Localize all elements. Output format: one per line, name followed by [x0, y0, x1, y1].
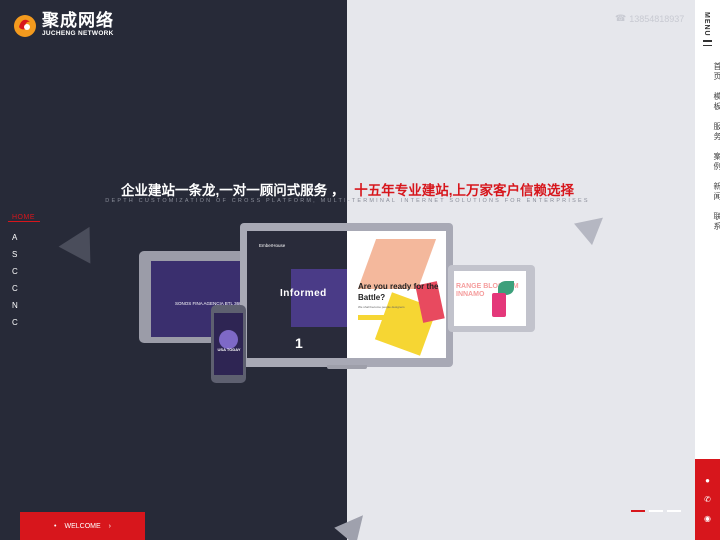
left-nav-item[interactable]: C	[12, 266, 18, 277]
monitor-screen: EmberHouse Informed 1 Are you ready for …	[247, 231, 446, 358]
sidebar-nav: 首页 模板 服务 案例 新闻 联系	[702, 62, 720, 232]
monitor-small-text: We shall become people designers	[358, 305, 405, 309]
monitor-question: Are you ready for the Battle?	[358, 282, 439, 302]
phone-icon: ☎	[615, 13, 627, 23]
left-nav: A S C C N C	[12, 232, 18, 328]
left-nav-item[interactable]: N	[12, 300, 18, 311]
tablet-right-mockup: RANGE BLOSSOM INNAMO	[448, 265, 535, 332]
left-nav-active-line	[8, 221, 40, 222]
hero-headline: 企业建站一条龙,一对一顾问式服务 ， 十五年专业建站,上万家客户信赖选择	[0, 179, 695, 199]
left-nav-item[interactable]: C	[12, 283, 18, 294]
header-phone-number: 13854818937	[629, 13, 685, 24]
sidebar-item-templates[interactable]: 模板	[702, 92, 720, 112]
hero-headline-white: 企业建站一条龙,一对一顾问式服务 ，	[120, 183, 345, 198]
monitor-brand: EmberHouse	[259, 243, 286, 248]
wechat-icon[interactable]: ◉	[703, 514, 712, 523]
monitor-stand	[327, 365, 367, 369]
monitor-mockup: EmberHouse Informed 1 Are you ready for …	[240, 223, 453, 367]
bullet-icon: •	[54, 522, 57, 530]
sidebar-item-cases[interactable]: 案例	[702, 152, 720, 172]
sidebar-item-home[interactable]: 首页	[702, 62, 720, 82]
phone-screen: USA TODAY	[214, 313, 243, 375]
logo[interactable]: 聚成网络 JUCHENG NETWORK	[12, 12, 114, 38]
tablet-right-suitcase	[492, 293, 506, 317]
logo-chinese-name: 聚成网络	[42, 11, 114, 30]
sidebar-item-news[interactable]: 新闻	[702, 182, 720, 202]
welcome-label: WELCOME	[64, 522, 101, 530]
sidebar-contact-block: ● ✆ ◉	[695, 459, 720, 540]
pager-dot[interactable]	[667, 510, 681, 512]
slide-pager	[631, 510, 681, 512]
menu-label[interactable]: MENU	[703, 12, 710, 37]
monitor-number: 1	[295, 335, 303, 351]
call-icon[interactable]: ✆	[703, 495, 712, 504]
pager-dot[interactable]	[649, 510, 663, 512]
tablet-right-screen: RANGE BLOSSOM INNAMO	[454, 271, 526, 326]
arrow-right-icon: ›	[108, 522, 111, 530]
phone-mockup: USA TODAY	[211, 305, 246, 383]
menu-icon[interactable]	[703, 40, 712, 49]
welcome-button[interactable]: • WELCOME ›	[20, 512, 145, 540]
left-nav-home[interactable]: HOME	[12, 214, 35, 221]
left-nav-item[interactable]: S	[12, 249, 18, 260]
sidebar-item-contact[interactable]: 联系	[702, 212, 720, 232]
phone-screen-text: USA TODAY	[217, 347, 241, 352]
hero-subline: DEPTH CUSTOMIZATION OF CROSS PLATFORM, M…	[105, 198, 590, 204]
chat-icon[interactable]: ●	[703, 476, 712, 485]
logo-flame-icon	[14, 15, 36, 37]
monitor-dark-half: EmberHouse Informed 1	[247, 231, 347, 358]
logo-english-name: JUCHENG NETWORK	[42, 30, 114, 37]
monitor-informed-text: Informed	[280, 288, 327, 299]
left-nav-item[interactable]: C	[12, 317, 18, 328]
hero-headline-red: 十五年专业建站,上万家客户信赖选择	[354, 183, 575, 198]
pager-dot-active[interactable]	[631, 510, 645, 512]
tablet-right-text: RANGE BLOSSOM INNAMO	[456, 283, 519, 298]
monitor-cta-bar	[358, 315, 404, 320]
header-phone[interactable]: ☎ 13854818937	[615, 13, 684, 24]
left-nav-item[interactable]: A	[12, 232, 18, 243]
sidebar-item-services[interactable]: 服务	[702, 122, 720, 142]
